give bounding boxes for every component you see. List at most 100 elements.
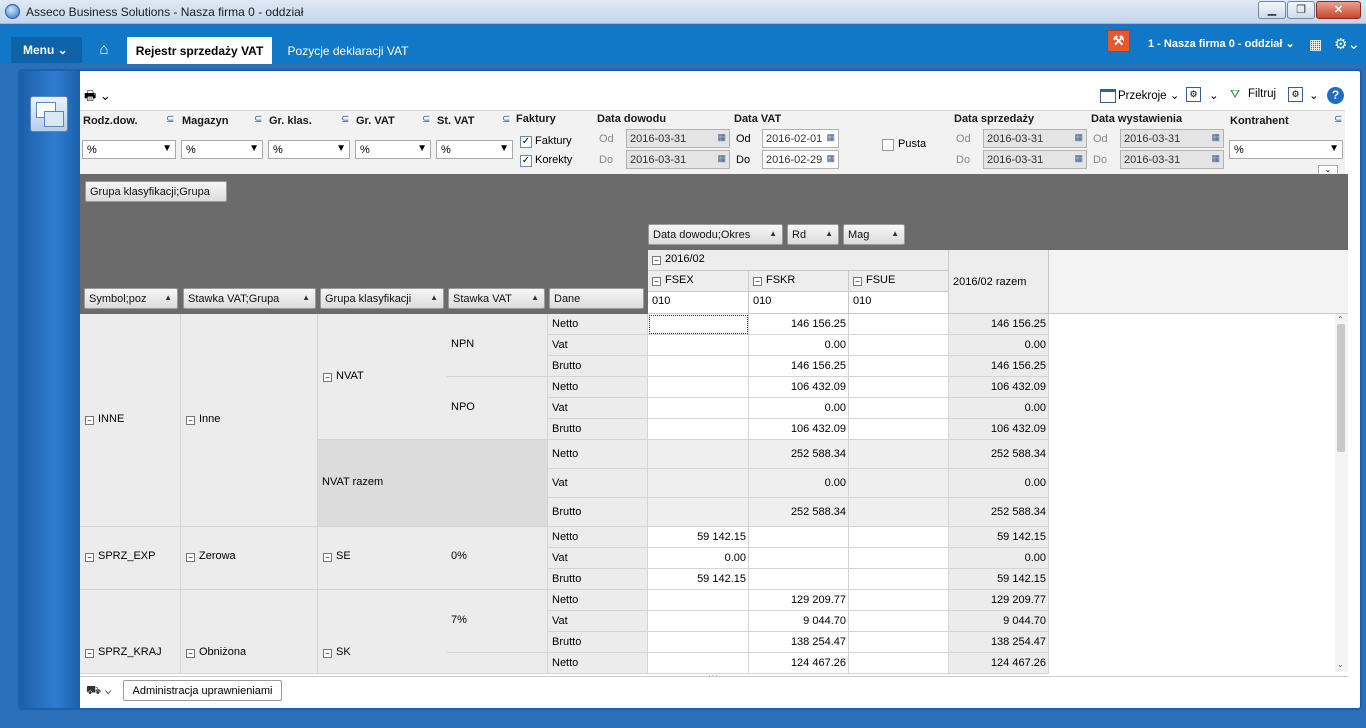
tools-icon[interactable]: ⚒ (1107, 30, 1130, 52)
cell-fsex[interactable] (648, 335, 749, 356)
cell-fsex[interactable]: 0.00 (648, 548, 749, 569)
calendar-icon[interactable]: ▦ (1211, 132, 1220, 143)
cell-fskr[interactable]: 9 044.70 (749, 611, 849, 632)
cell-fsue[interactable] (849, 611, 949, 632)
cell-total[interactable]: 146 156.25 (949, 314, 1049, 335)
sort-icon[interactable]: ⊆ (422, 114, 430, 125)
calendar-icon[interactable]: ▦ (1074, 153, 1083, 164)
cell-fsex[interactable] (648, 469, 749, 498)
scroll-up-icon[interactable]: ⌃ (1337, 315, 1344, 324)
cell-fskr[interactable]: 138 254.47 (749, 632, 849, 653)
gr-klas-select[interactable]: % ▼ (268, 140, 350, 159)
data-dowodu-do-input[interactable]: 2016-03-31 ▦ (626, 150, 730, 169)
pusta-checkbox[interactable] (882, 139, 894, 151)
cell-fsue[interactable] (849, 469, 949, 498)
tab-pozycje-deklaracji-vat[interactable]: Pozycje deklaracji VAT (278, 37, 418, 64)
calendar-icon[interactable]: ▦ (1074, 132, 1083, 143)
row-symbol-inne[interactable]: − INNE (80, 314, 181, 527)
cell-fsue[interactable] (849, 314, 949, 335)
menu-button[interactable]: Menu ⌄ (11, 37, 82, 63)
cell-fsex[interactable] (648, 653, 749, 674)
cell-total[interactable]: 106 432.09 (949, 377, 1049, 398)
cell-fsue[interactable] (849, 548, 949, 569)
cell-fsex[interactable] (648, 356, 749, 377)
cell-fsue[interactable] (849, 419, 949, 440)
cell-fskr[interactable] (749, 527, 849, 548)
maximize-button[interactable]: ❐ (1287, 1, 1315, 19)
row-field-grupa-klasyfikacji[interactable]: Grupa klasyfikacji ▲ (320, 288, 444, 309)
cell-total[interactable]: 59 142.15 (949, 569, 1049, 590)
data-sprzedazy-do-input[interactable]: 2016-03-31 ▦ (983, 150, 1087, 169)
row-field-stawka-grupa[interactable]: Stawka VAT;Grupa ▲ (183, 288, 316, 309)
columns-dropdown-icon[interactable]: ⌄ (1309, 88, 1319, 102)
data-vat-od-input[interactable]: 2016-02-01 ▦ (762, 129, 839, 148)
col-field-rd[interactable]: Rd ▲ (787, 224, 839, 245)
data-vat-do-input[interactable]: 2016-02-29 ▦ (762, 150, 839, 169)
cell-total[interactable]: 252 588.34 (949, 498, 1049, 527)
layout-dropdown-icon[interactable]: ⌄ (1209, 88, 1219, 102)
korekty-checkbox[interactable]: ✓ (520, 155, 532, 167)
cell-fskr[interactable]: 0.00 (749, 469, 849, 498)
cell-total[interactable]: 59 142.15 (949, 527, 1049, 548)
przekroje-button[interactable]: Przekroje ⌄ (1118, 88, 1179, 102)
cell-fsue[interactable] (849, 590, 949, 611)
cell-fskr[interactable]: 146 156.25 (749, 356, 849, 377)
cell-fsue[interactable] (849, 632, 949, 653)
row-stawka-zerowa[interactable]: − Zerowa (181, 527, 318, 590)
cell-fsue[interactable] (849, 653, 949, 674)
cell-fskr[interactable]: 124 467.26 (749, 653, 849, 674)
calendar-icon[interactable]: ▦ (1211, 153, 1220, 164)
cell-fsex[interactable] (648, 498, 749, 527)
faktury-checkbox[interactable]: ✓ (520, 136, 532, 148)
col-fsue-header[interactable]: − FSUE (849, 271, 949, 292)
sort-icon[interactable]: ⊆ (341, 114, 349, 125)
cell-fskr[interactable]: 146 156.25 (749, 314, 849, 335)
filtruj-button[interactable]: Filtruj (1248, 88, 1276, 100)
close-button[interactable]: ✕ (1316, 1, 1361, 19)
print-icon[interactable]: 🖶 ⌄ (84, 87, 111, 109)
calendar-icon[interactable]: ▦ (826, 153, 835, 164)
cell-fsex[interactable] (648, 314, 749, 335)
row-stawka-inne[interactable]: − Inne (181, 314, 318, 527)
cell-total[interactable]: 138 254.47 (949, 632, 1049, 653)
cell-fskr[interactable]: 0.00 (749, 398, 849, 419)
row-grupa-nvat[interactable]: − NVAT (318, 314, 447, 440)
cell-total[interactable]: 146 156.25 (949, 356, 1049, 377)
row-symbol-sprz-kraj[interactable]: − SPRZ_KRAJ (80, 590, 181, 674)
cell-fskr[interactable]: 0.00 (749, 335, 849, 356)
data-wystawienia-do-input[interactable]: 2016-03-31 ▦ (1120, 150, 1224, 169)
cell-fskr[interactable] (749, 569, 849, 590)
cell-fsue[interactable] (849, 527, 949, 548)
row-field-stawka-vat[interactable]: Stawka VAT ▲ (448, 288, 545, 309)
sort-icon[interactable]: ⊆ (502, 114, 510, 125)
cell-fsue[interactable] (849, 569, 949, 590)
data-sprzedazy-od-input[interactable]: 2016-03-31 ▦ (983, 129, 1087, 148)
scrollbar-thumb[interactable] (1337, 324, 1345, 452)
scroll-down-icon[interactable]: ⌄ (1337, 660, 1344, 669)
calendar-icon[interactable]: ▦ (826, 132, 835, 143)
apps-grid-icon[interactable]: ▦ (1309, 36, 1322, 53)
cell-fsex[interactable] (648, 611, 749, 632)
cell-total[interactable]: 0.00 (949, 469, 1049, 498)
cell-fsex[interactable]: 59 142.15 (648, 527, 749, 548)
settings-gear-icon[interactable]: ⚙⌄ (1334, 35, 1360, 53)
rodz-dow-select[interactable]: % ▼ (82, 140, 176, 159)
cell-fsex[interactable] (648, 632, 749, 653)
cell-fsex[interactable] (648, 440, 749, 469)
cell-total[interactable]: 129 209.77 (949, 590, 1049, 611)
sort-icon[interactable]: ⊆ (1334, 114, 1342, 125)
tab-rejestr-sprzedazy-vat[interactable]: Rejestr sprzedaży VAT (127, 37, 272, 64)
calendar-icon[interactable]: ▦ (717, 132, 726, 143)
row-field-symbol[interactable]: Symbol;poz ▲ (84, 288, 178, 309)
cell-total[interactable]: 0.00 (949, 398, 1049, 419)
gr-vat-select[interactable]: % ▼ (355, 140, 431, 159)
cell-total[interactable]: 106 432.09 (949, 419, 1049, 440)
cell-fsue[interactable] (849, 440, 949, 469)
filter-field-button[interactable]: Grupa klasyfikacji;Grupa (85, 181, 227, 202)
cell-fskr[interactable]: 252 588.34 (749, 498, 849, 527)
sort-icon[interactable]: ⊆ (254, 114, 262, 125)
tree-view-icon[interactable]: ⛟ ⌄ (86, 683, 112, 699)
cell-fsue[interactable] (849, 398, 949, 419)
period-header[interactable]: −2016/02 (648, 250, 949, 271)
module-icon[interactable] (30, 96, 68, 132)
